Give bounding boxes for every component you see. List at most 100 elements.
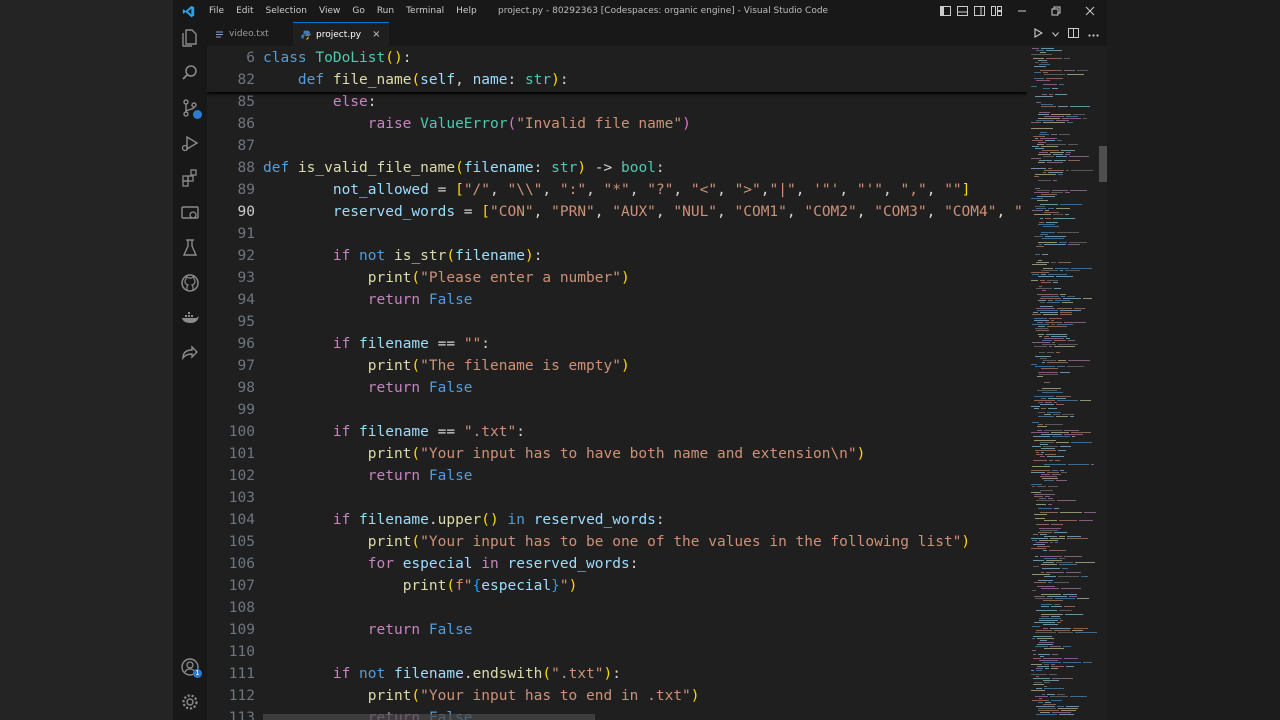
remote-explorer-icon[interactable] xyxy=(178,201,202,225)
tab-video-txt[interactable]: video.txt xyxy=(207,22,277,46)
code-line[interactable]: 95 xyxy=(207,311,1027,333)
minimap-line xyxy=(1052,190,1068,191)
minimap-line xyxy=(1033,654,1036,655)
line-number: 104 xyxy=(228,512,255,528)
code-line[interactable]: 92 if not is_str(filename): xyxy=(207,245,1027,267)
minimap-line xyxy=(1075,562,1095,563)
code-line[interactable]: 82 def file_name(self, name: str): xyxy=(207,69,1027,91)
code-line[interactable]: 85 else: xyxy=(207,91,1027,113)
tab-label: project.py xyxy=(316,29,362,40)
menu-help[interactable]: Help xyxy=(450,0,483,22)
minimap-line xyxy=(1042,362,1045,363)
code-line[interactable]: 107 print(f"{especial}") xyxy=(207,575,1027,597)
line-number: 102 xyxy=(228,468,255,484)
code-line[interactable]: 102 return False xyxy=(207,465,1027,487)
code-line[interactable]: 86 raise ValueError("Invalid file name") xyxy=(207,113,1027,135)
run-dropdown-chevron-icon[interactable] xyxy=(1052,29,1059,40)
minimap-line xyxy=(1043,550,1047,551)
code-line[interactable]: 110 xyxy=(207,641,1027,663)
toggle-panel-icon[interactable] xyxy=(954,0,971,22)
menu-terminal[interactable]: Terminal xyxy=(400,0,450,22)
code-line[interactable]: 105 print("Your input has to be one of t… xyxy=(207,531,1027,553)
code-line[interactable]: 6 class ToDoList(): xyxy=(207,47,1027,69)
minimap[interactable] xyxy=(1027,46,1099,720)
live-share-icon[interactable] xyxy=(178,341,202,365)
toggle-secondary-sidebar-icon[interactable] xyxy=(971,0,988,22)
more-actions-icon[interactable] xyxy=(1088,29,1099,40)
code-token: "COM3" xyxy=(874,204,927,220)
sticky-scroll-header[interactable]: 6 class ToDoList(): 82 def file_name(self,… xyxy=(207,46,1027,92)
restore-icon[interactable] xyxy=(1039,0,1073,22)
run-debug-icon[interactable] xyxy=(178,131,202,155)
minimap-line xyxy=(1032,48,1039,49)
minimap-line xyxy=(1053,180,1057,181)
minimap-line xyxy=(1031,198,1043,199)
search-icon[interactable] xyxy=(178,61,202,85)
code-line[interactable]: 109 return False xyxy=(207,619,1027,641)
menu-run[interactable]: Run xyxy=(371,0,400,22)
split-editor-icon[interactable] xyxy=(1068,27,1079,41)
code-token: ) xyxy=(568,578,578,594)
code-line[interactable]: 112 print("Your input has to end in .txt… xyxy=(207,685,1027,707)
accounts-badge: 1 xyxy=(193,669,202,678)
code-line[interactable]: 96 if filename == "": xyxy=(207,333,1027,355)
code-line[interactable]: 88 def is_valid_file_name(filename: str) … xyxy=(207,157,1027,179)
close-window-icon[interactable] xyxy=(1073,0,1107,22)
minimap-line xyxy=(1058,262,1071,263)
github-icon[interactable] xyxy=(178,271,202,295)
line-number: 106 xyxy=(228,556,255,572)
code-line[interactable]: 94 return False xyxy=(207,289,1027,311)
code-line[interactable]: 90 reserved_words = ["CON", "PRN", "AUX"… xyxy=(207,201,1027,223)
menu-file[interactable]: File xyxy=(203,0,230,22)
code-line[interactable]: 101 print("Your input has to have both n… xyxy=(207,443,1027,465)
scrollbar-thumb[interactable] xyxy=(1099,146,1107,182)
accounts-icon[interactable]: 1 xyxy=(178,655,202,679)
code-editor[interactable]: 85 else: 86 raise ValueError("Invalid fil… xyxy=(207,46,1027,720)
code-line[interactable]: 106 for especial in reserved_words: xyxy=(207,553,1027,575)
code-line[interactable]: 108 xyxy=(207,597,1027,619)
menu-selection[interactable]: Selection xyxy=(260,0,313,22)
manage-gear-icon[interactable] xyxy=(178,690,202,714)
minimap-line xyxy=(1050,542,1053,543)
minimap-line xyxy=(1064,658,1078,659)
code-token: ) xyxy=(551,72,560,88)
code-line[interactable]: 97 print("The filename is empty") xyxy=(207,355,1027,377)
toggle-primary-sidebar-icon[interactable] xyxy=(937,0,954,22)
vertical-scrollbar[interactable] xyxy=(1099,46,1107,720)
tab-project-py[interactable]: project.py × xyxy=(293,22,389,46)
code-line[interactable]: 111 if not filename.endswith(".txt"): xyxy=(207,663,1027,685)
minimap-line xyxy=(1040,312,1058,313)
customize-layout-icon[interactable] xyxy=(988,0,1005,22)
run-python-file-icon[interactable] xyxy=(1033,27,1044,41)
code-line[interactable]: 89 not_allowed = ["/", "\\", ":", "*", "… xyxy=(207,179,1027,201)
code-line[interactable]: 99 xyxy=(207,399,1027,421)
minimap-line xyxy=(1044,664,1049,665)
close-tab-icon[interactable]: × xyxy=(372,29,380,40)
code-line[interactable]: 103 xyxy=(207,487,1027,509)
code-token: filename xyxy=(455,248,525,264)
menu-go[interactable]: Go xyxy=(346,0,370,22)
code-line[interactable]: 100 if filename == ".txt": xyxy=(207,421,1027,443)
menu-edit[interactable]: Edit xyxy=(230,0,259,22)
minimap-line xyxy=(1031,406,1040,407)
minimap-line xyxy=(1066,706,1079,707)
code-line[interactable]: 91 xyxy=(207,223,1027,245)
minimap-line xyxy=(1065,192,1070,193)
code-line[interactable]: 104 if filename.upper() in reserved_word… xyxy=(207,509,1027,531)
code-line[interactable]: 98 return False xyxy=(207,377,1027,399)
explorer-icon[interactable] xyxy=(178,26,202,50)
minimap-line xyxy=(1054,582,1069,583)
minimize-icon[interactable] xyxy=(1005,0,1039,22)
minimap-line xyxy=(1057,232,1079,233)
extensions-icon[interactable] xyxy=(178,166,202,190)
horizontal-scrollbar[interactable] xyxy=(263,714,595,720)
code-line[interactable]: 93 print("Please enter a number") xyxy=(207,267,1027,289)
menu-view[interactable]: View xyxy=(313,0,346,22)
minimap-line xyxy=(1034,176,1039,177)
code-line[interactable]: 87 xyxy=(207,135,1027,157)
source-control-icon[interactable] xyxy=(178,96,202,120)
testing-icon[interactable] xyxy=(178,236,202,260)
docker-icon[interactable] xyxy=(178,306,202,330)
